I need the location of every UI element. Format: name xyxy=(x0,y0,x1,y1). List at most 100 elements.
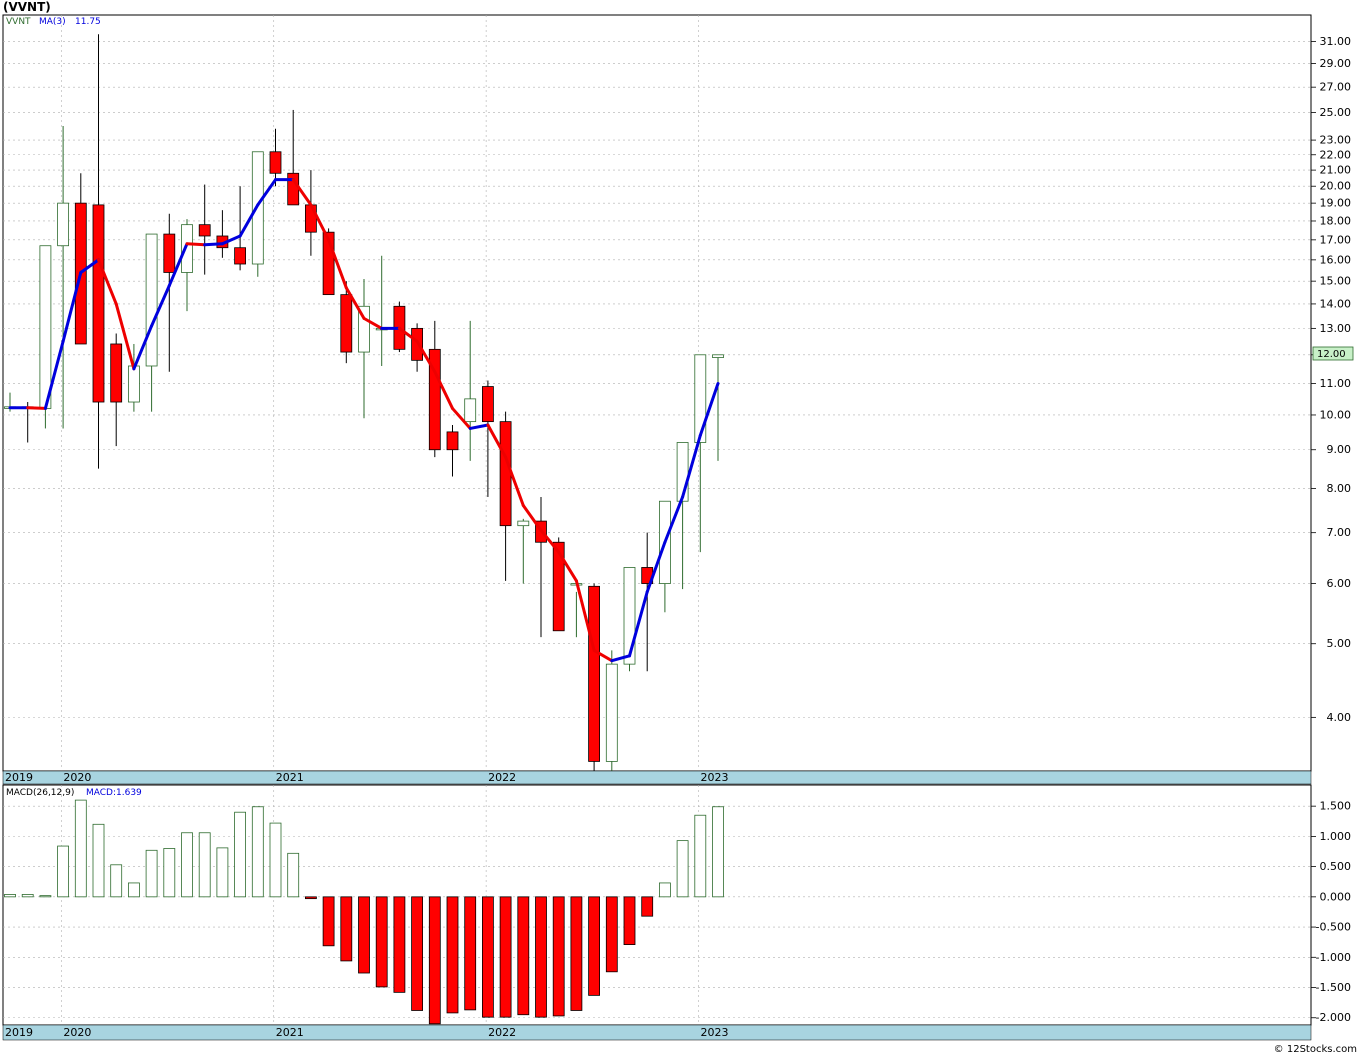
candle-body-down xyxy=(163,233,176,273)
candle-body-down xyxy=(269,151,282,174)
macd-bar-positive xyxy=(110,864,123,898)
ma-segment xyxy=(26,406,47,410)
candle-body-up xyxy=(39,245,52,409)
candle-body-down xyxy=(411,327,424,361)
macd-tick-label: 1.000 xyxy=(1320,830,1352,843)
macd-legend-params: MACD(26,12,9) xyxy=(6,788,74,798)
macd-bar-negative xyxy=(517,896,530,1016)
macd-panel xyxy=(2,784,1312,1026)
macd-bar-positive xyxy=(39,895,52,898)
candle-body-up xyxy=(464,398,477,423)
candle xyxy=(605,650,618,781)
macd-bar-negative xyxy=(623,896,636,945)
macd-bar-negative xyxy=(393,896,406,993)
price-tick-label: 19.00 xyxy=(1320,197,1352,210)
price-tick-label: 8.00 xyxy=(1327,482,1352,495)
macd-bar-negative xyxy=(428,896,441,1025)
candle-body-up xyxy=(712,354,724,358)
price-panel xyxy=(2,14,1312,772)
candle-body-down xyxy=(499,421,512,527)
macd-tick-label: -1.500 xyxy=(1316,981,1351,994)
macd-bar-positive xyxy=(57,845,69,898)
candle-body-up xyxy=(127,365,140,403)
year-label: 2022 xyxy=(488,771,516,784)
macd-tick-label: 1.500 xyxy=(1320,800,1352,813)
candle-body-down xyxy=(588,585,600,762)
time-band-top xyxy=(2,770,1312,785)
legend-ma-label: MA(3) xyxy=(39,17,66,27)
macd-bar-negative xyxy=(499,896,512,1018)
last-price-label: 12.00 xyxy=(1317,349,1346,360)
macd-bar-positive xyxy=(694,814,707,898)
macd-bar-negative xyxy=(358,896,370,974)
macd-tick-label: -1.000 xyxy=(1316,951,1351,964)
macd-bar-negative xyxy=(481,896,494,1018)
price-tick-label: 10.00 xyxy=(1320,408,1352,421)
macd-bar-negative xyxy=(411,896,424,1011)
year-label: 2019 xyxy=(5,771,33,784)
price-tick-label: 5.00 xyxy=(1327,637,1352,650)
legend-ma-value: 11.75 xyxy=(75,17,101,27)
price-tick-label: 7.00 xyxy=(1327,526,1352,539)
macd-bar-positive xyxy=(4,894,16,898)
macd-bar-positive xyxy=(74,799,87,898)
year-label: 2021 xyxy=(276,771,304,784)
macd-bar-positive xyxy=(269,822,282,898)
candle-body-up xyxy=(517,520,530,527)
price-tick-label: 4.00 xyxy=(1327,711,1352,724)
macd-bar-negative xyxy=(570,896,583,1011)
macd-bar-negative xyxy=(375,896,388,988)
macd-bar-negative xyxy=(322,896,335,947)
macd-bar-positive xyxy=(163,848,176,898)
macd-bar-positive xyxy=(251,806,264,898)
year-label: 2019 xyxy=(5,1026,33,1039)
macd-bar-negative xyxy=(588,896,600,996)
year-label: 2023 xyxy=(701,771,729,784)
price-tick-label: 20.00 xyxy=(1320,180,1352,193)
price-tick-label: 16.00 xyxy=(1320,253,1352,266)
price-tick-label: 22.00 xyxy=(1320,148,1352,161)
macd-bar-negative xyxy=(304,896,317,900)
candle-body-up xyxy=(623,567,636,665)
macd-bar-positive xyxy=(676,840,689,898)
price-tick-label: 17.00 xyxy=(1320,233,1352,246)
candle-body-down xyxy=(446,431,459,451)
price-tick-label: 6.00 xyxy=(1327,577,1352,590)
price-tick-label: 13.00 xyxy=(1320,322,1352,335)
candle-body-up xyxy=(605,663,618,762)
candle-body-up xyxy=(57,202,69,247)
macd-bar-positive xyxy=(234,811,247,898)
macd-bar-positive xyxy=(181,832,193,898)
macd-bar-negative xyxy=(552,896,565,1017)
time-band-bottom xyxy=(2,1024,1312,1041)
macd-tick-label: -0.500 xyxy=(1316,921,1351,934)
candle-body-down xyxy=(110,343,123,403)
candle-body-down xyxy=(304,204,317,233)
footer-credit: © 12Stocks.com xyxy=(1274,1044,1357,1055)
candle xyxy=(393,301,406,353)
macd-bar-negative xyxy=(641,896,654,917)
macd-tick-label: 0.500 xyxy=(1320,860,1352,873)
price-tick-label: 23.00 xyxy=(1320,134,1352,147)
chart-title: (VVNT) xyxy=(3,0,51,14)
macd-bar-positive xyxy=(287,852,300,898)
macd-bar-negative xyxy=(446,896,459,1014)
price-tick-label: 25.00 xyxy=(1320,106,1352,119)
year-label: 2020 xyxy=(63,771,91,784)
year-label: 2021 xyxy=(276,1026,304,1039)
macd-bar-negative xyxy=(464,896,477,1011)
stock-chart: (VVNT) 31.00 29.00 27.00 25.00 23.0022.00 21.… xyxy=(2,0,1357,1055)
candle-body-up xyxy=(181,224,193,273)
candle-body-up xyxy=(694,354,707,443)
price-tick-label: 21.00 xyxy=(1320,164,1352,177)
candle-body-up xyxy=(145,233,158,367)
price-tick-label: 14.00 xyxy=(1320,297,1352,310)
macd-bar-positive xyxy=(127,882,140,898)
macd-bar-positive xyxy=(145,849,158,898)
candle-body-down xyxy=(234,247,247,265)
macd-bar-positive xyxy=(92,823,105,898)
macd-bar-negative xyxy=(340,896,353,962)
macd-bar-positive xyxy=(198,832,211,898)
candle-body-down xyxy=(340,294,353,353)
macd-bar-positive xyxy=(659,882,671,898)
